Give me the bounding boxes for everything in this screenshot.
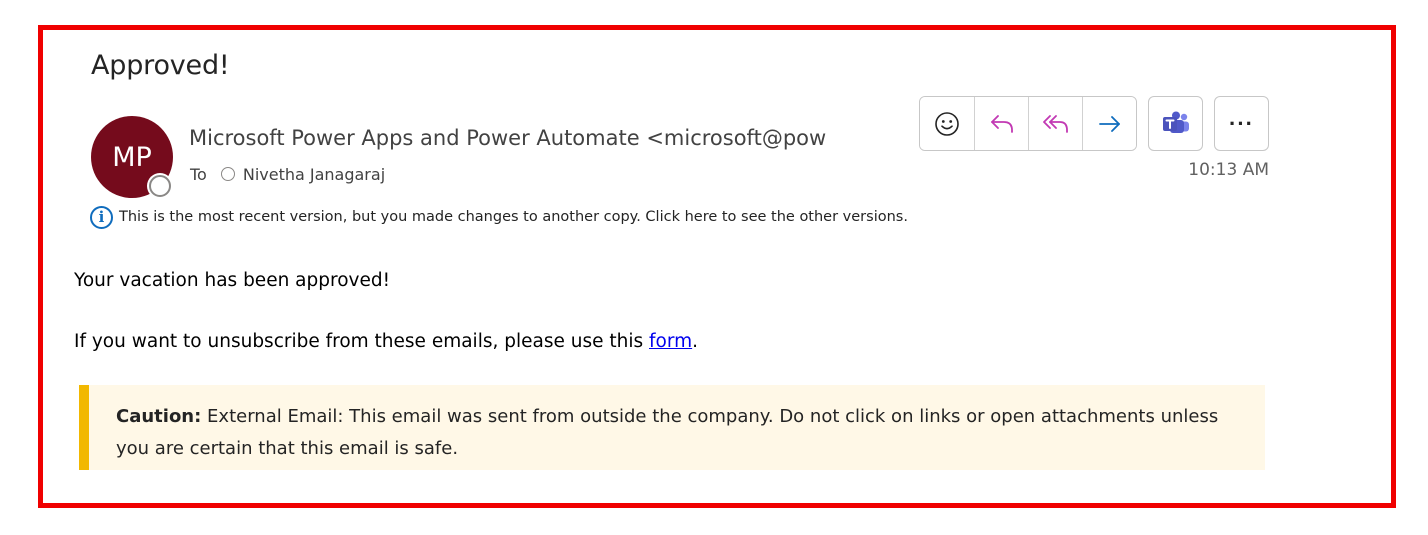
version-info-banner[interactable]: i This is the most recent version, but y… bbox=[90, 205, 908, 229]
unsubscribe-suffix: . bbox=[692, 331, 699, 352]
caution-label: Caution: bbox=[116, 406, 202, 427]
reply-button[interactable] bbox=[974, 97, 1028, 150]
teams-icon bbox=[1162, 111, 1189, 133]
body-line-approved: Your vacation has been approved! bbox=[74, 270, 391, 291]
reply-all-icon bbox=[1042, 114, 1068, 133]
reply-icon bbox=[990, 114, 1013, 133]
reply-all-button[interactable] bbox=[1028, 97, 1082, 150]
external-email-caution-banner: Caution: External Email: This email was … bbox=[79, 385, 1265, 470]
recipient-name[interactable]: Nivetha Janagaraj bbox=[243, 165, 385, 184]
info-icon: i bbox=[90, 205, 113, 229]
message-actions-group bbox=[919, 96, 1137, 151]
recipients-row: To Nivetha Janagaraj bbox=[190, 163, 385, 185]
sender-name[interactable]: Microsoft Power Apps and Power Automate … bbox=[189, 126, 875, 150]
body-line-unsubscribe: If you want to unsubscribe from these em… bbox=[74, 331, 698, 352]
version-info-text[interactable]: This is the most recent version, but you… bbox=[119, 209, 908, 225]
received-time: 10:13 AM bbox=[1188, 160, 1269, 180]
email-reading-pane: Approved! MP Microsoft Power Apps and Po… bbox=[38, 25, 1396, 508]
email-subject: Approved! bbox=[91, 50, 230, 81]
more-options-button[interactable]: ··· bbox=[1214, 96, 1269, 151]
presence-status-icon bbox=[149, 175, 171, 197]
unsubscribe-text: If you want to unsubscribe from these em… bbox=[74, 331, 649, 352]
unsubscribe-form-link[interactable]: form bbox=[649, 331, 692, 352]
emoji-reaction-button[interactable] bbox=[920, 97, 974, 150]
recipient-presence-icon bbox=[220, 167, 235, 181]
to-label: To bbox=[190, 164, 207, 184]
emoji-icon bbox=[935, 111, 959, 136]
caution-text: External Email: This email was sent from… bbox=[116, 406, 1219, 459]
forward-button[interactable] bbox=[1082, 97, 1136, 150]
avatar-initials: MP bbox=[112, 141, 152, 173]
share-to-teams-button[interactable] bbox=[1148, 96, 1203, 151]
forward-icon bbox=[1098, 115, 1120, 132]
more-options-icon: ··· bbox=[1229, 110, 1254, 136]
